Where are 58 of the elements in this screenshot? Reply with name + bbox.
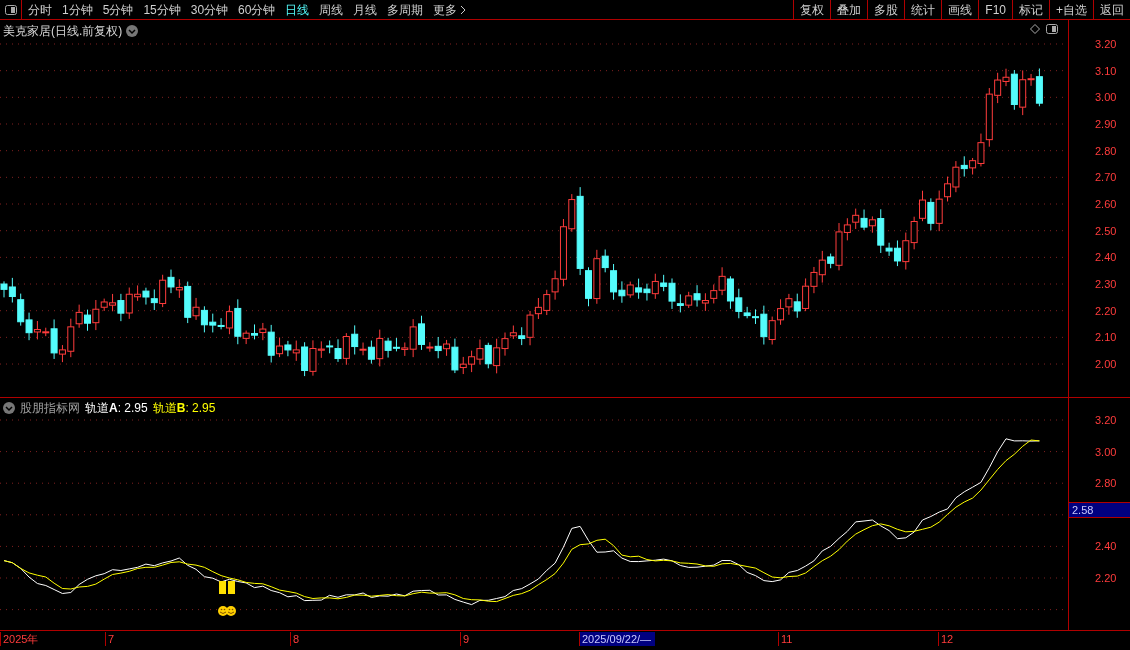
chart-title: 美克家居(日线.前复权) xyxy=(3,23,123,40)
panel-toggle-icon[interactable] xyxy=(1046,24,1058,34)
date-axis-label: 8 xyxy=(290,632,300,646)
price-axis-label: 2.90 xyxy=(1095,118,1117,130)
signal-bar-icon xyxy=(219,581,235,594)
indicator-axis-label: 2.20 xyxy=(1095,572,1117,584)
toolbar-button[interactable]: 标记 xyxy=(1012,0,1049,19)
price-axis-label: 2.30 xyxy=(1095,278,1117,290)
indicator-axis-label: 3.20 xyxy=(1095,414,1117,426)
price-axis-label: 2.60 xyxy=(1095,198,1117,210)
chevron-down-icon[interactable] xyxy=(126,25,139,37)
period-tab[interactable]: 更多 xyxy=(433,0,467,19)
indicator-axis-label: 3.00 xyxy=(1095,445,1117,458)
indicator-axis-label: 2.40 xyxy=(1095,540,1117,553)
period-tab[interactable]: 30分钟 xyxy=(190,0,229,19)
panel-toggle-icon[interactable] xyxy=(4,4,17,15)
price-axis-label: 2.70 xyxy=(1095,171,1117,184)
period-tab[interactable]: 分时 xyxy=(28,0,52,19)
price-axis-label: 2.10 xyxy=(1095,331,1117,344)
date-axis-label: 11 xyxy=(778,632,793,646)
toolbar-button[interactable]: 画线 xyxy=(941,0,979,19)
period-tab[interactable]: 1分钟 xyxy=(62,0,93,19)
period-tab[interactable]: 月线 xyxy=(353,0,378,19)
chevron-down-icon[interactable] xyxy=(3,402,15,414)
price-axis-label: 3.20 xyxy=(1095,38,1117,50)
indicator-axis-label: 2.80 xyxy=(1095,477,1117,490)
price-axis-label: 2.80 xyxy=(1095,144,1117,157)
period-tab[interactable]: 日线 xyxy=(285,0,310,19)
series-legend: 轨道B: 2.95 xyxy=(152,399,216,417)
price-axis-label: 2.20 xyxy=(1095,304,1117,317)
period-tab[interactable]: 多周期 xyxy=(387,0,424,19)
cursor-value-label: 2.58 xyxy=(1069,502,1130,518)
toolbar-button[interactable]: 返回 xyxy=(1093,0,1130,19)
date-axis-label: 2025年 xyxy=(0,632,39,646)
period-tab[interactable]: 60分钟 xyxy=(238,0,276,19)
toolbar-button[interactable]: +自选 xyxy=(1049,0,1093,19)
toolbar-button[interactable]: 多股 xyxy=(867,0,905,19)
indicator-name: 股朋指标网 xyxy=(20,400,80,417)
period-tab[interactable]: 15分钟 xyxy=(143,0,181,19)
date-axis-label: 7 xyxy=(105,632,115,646)
toolbar-button[interactable]: 统计 xyxy=(904,0,942,19)
price-axis-label: 2.50 xyxy=(1095,224,1117,237)
date-axis-label: 12 xyxy=(938,632,954,646)
toolbar-button[interactable]: 叠加 xyxy=(830,0,868,19)
series-legend: 轨道A: 2.95 xyxy=(85,399,148,417)
period-tab[interactable]: 5分钟 xyxy=(102,0,134,19)
smiley-icon xyxy=(218,606,236,616)
date-axis-label: 9 xyxy=(460,632,470,646)
diamond-icon[interactable] xyxy=(1030,24,1040,34)
toolbar-button[interactable]: F10 xyxy=(978,0,1012,19)
price-axis-label: 3.10 xyxy=(1095,64,1117,77)
period-tab[interactable]: 周线 xyxy=(319,0,344,19)
chevron-right-icon xyxy=(460,4,467,15)
toolbar-button[interactable]: 复权 xyxy=(793,0,831,19)
price-axis-label: 3.00 xyxy=(1095,91,1117,104)
price-axis-label: 2.40 xyxy=(1095,251,1117,264)
price-axis-label: 2.00 xyxy=(1095,358,1117,371)
date-axis-label: 2025/09/22/— xyxy=(579,632,656,646)
